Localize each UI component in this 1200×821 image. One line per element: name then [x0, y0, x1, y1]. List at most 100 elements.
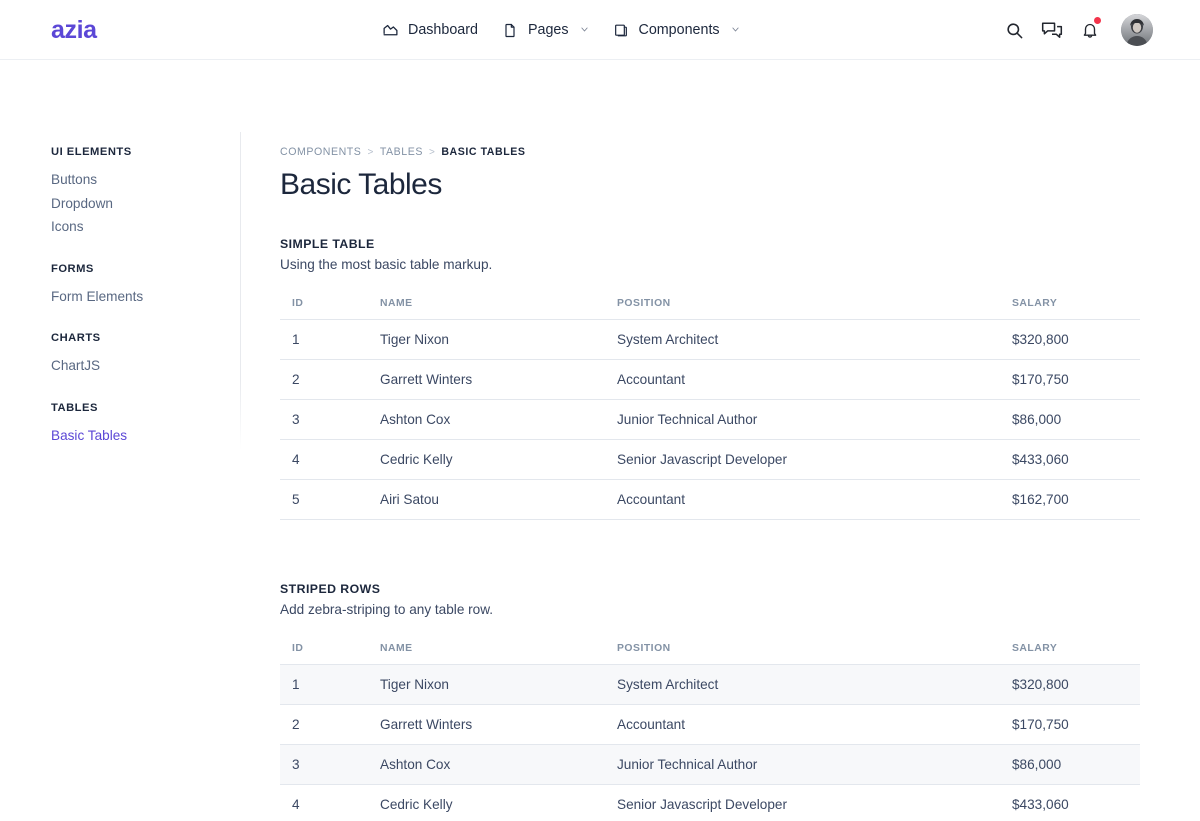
table-row: 2 Garrett Winters Accountant $170,750 [280, 705, 1140, 745]
nav-item-label: Components [639, 22, 720, 38]
cell-position: System Architect [605, 320, 1000, 360]
column-header-salary: SALARY [1000, 289, 1140, 320]
sidebar-group-charts: CHARTS ChartJS [51, 332, 241, 378]
sidebar-item-icons[interactable]: Icons [51, 215, 241, 239]
column-header-position: POSITION [605, 634, 1000, 665]
cell-salary: $170,750 [1000, 705, 1140, 745]
table-row: 4 Cedric Kelly Senior Javascript Develop… [280, 785, 1140, 821]
cell-position: Accountant [605, 705, 1000, 745]
header-actions [995, 0, 1153, 60]
chevron-down-icon [731, 25, 740, 34]
column-header-position: POSITION [605, 289, 1000, 320]
breadcrumb: COMPONENTS > TABLES > BASIC TABLES [280, 146, 1140, 158]
table-row: 2 Garrett Winters Accountant $170,750 [280, 360, 1140, 400]
cell-position: Senior Javascript Developer [605, 785, 1000, 821]
section-title: SIMPLE TABLE [280, 237, 1140, 251]
cell-id: 4 [280, 440, 368, 480]
page-body: UI ELEMENTS Buttons Dropdown Icons FORMS… [0, 60, 1200, 821]
nav-item-dashboard[interactable]: Dashboard [382, 0, 490, 60]
cell-salary: $320,800 [1000, 320, 1140, 360]
chart-area-icon [382, 22, 399, 39]
main-content: COMPONENTS > TABLES > BASIC TABLES Basic… [241, 60, 1200, 821]
column-header-id: ID [280, 634, 368, 665]
sidebar-item-buttons[interactable]: Buttons [51, 168, 241, 192]
table-body: 1 Tiger Nixon System Architect $320,800 … [280, 320, 1140, 520]
cell-id: 3 [280, 400, 368, 440]
column-header-name: NAME [368, 634, 605, 665]
cell-id: 2 [280, 705, 368, 745]
sidebar-item-chartjs[interactable]: ChartJS [51, 354, 241, 378]
brand-logo[interactable]: azia [51, 15, 97, 45]
sidebar-item-dropdown[interactable]: Dropdown [51, 192, 241, 216]
cell-name: Airi Satou [368, 480, 605, 520]
nav-item-label: Dashboard [408, 22, 478, 38]
table-row: 4 Cedric Kelly Senior Javascript Develop… [280, 440, 1140, 480]
table-row: 3 Ashton Cox Junior Technical Author $86… [280, 745, 1140, 785]
table-row: 1 Tiger Nixon System Architect $320,800 [280, 320, 1140, 360]
breadcrumb-item-basic-tables: BASIC TABLES [441, 146, 525, 158]
search-icon[interactable] [995, 0, 1033, 60]
section-striped-rows: STRIPED ROWS Add zebra-striping to any t… [280, 582, 1140, 821]
nav-item-components[interactable]: Components [601, 0, 752, 60]
sidebar-group-label: UI ELEMENTS [51, 146, 241, 158]
page-title: Basic Tables [280, 165, 1140, 205]
bell-icon[interactable] [1071, 0, 1109, 60]
cell-id: 2 [280, 360, 368, 400]
striped-table: ID NAME POSITION SALARY 1 Tiger Nixon Sy… [280, 634, 1140, 821]
cell-salary: $162,700 [1000, 480, 1140, 520]
table-header-row: ID NAME POSITION SALARY [280, 289, 1140, 320]
sidebar-item-basic-tables[interactable]: Basic Tables [51, 424, 241, 448]
cell-name: Cedric Kelly [368, 785, 605, 821]
section-description: Using the most basic table markup. [280, 257, 1140, 272]
top-header: azia Dashboard Pages [0, 0, 1200, 60]
table-body: 1 Tiger Nixon System Architect $320,800 … [280, 665, 1140, 821]
cell-name: Ashton Cox [368, 745, 605, 785]
chevron-down-icon [580, 25, 589, 34]
cell-position: Senior Javascript Developer [605, 440, 1000, 480]
cell-salary: $86,000 [1000, 745, 1140, 785]
cell-id: 1 [280, 665, 368, 705]
cell-name: Tiger Nixon [368, 320, 605, 360]
cell-name: Garrett Winters [368, 360, 605, 400]
cell-salary: $433,060 [1000, 785, 1140, 821]
column-header-name: NAME [368, 289, 605, 320]
sidebar-group-label: TABLES [51, 402, 241, 414]
column-header-id: ID [280, 289, 368, 320]
table-row: 3 Ashton Cox Junior Technical Author $86… [280, 400, 1140, 440]
cell-name: Garrett Winters [368, 705, 605, 745]
table-row: 1 Tiger Nixon System Architect $320,800 [280, 665, 1140, 705]
cell-id: 4 [280, 785, 368, 821]
nav-item-label: Pages [528, 22, 569, 38]
sidebar-group-forms: FORMS Form Elements [51, 263, 241, 309]
cell-name: Cedric Kelly [368, 440, 605, 480]
sidebar-item-form-elements[interactable]: Form Elements [51, 285, 241, 309]
sidebar-group-tables: TABLES Basic Tables [51, 402, 241, 448]
avatar[interactable] [1121, 14, 1153, 46]
sidebar-group-ui-elements: UI ELEMENTS Buttons Dropdown Icons [51, 146, 241, 239]
cell-position: Accountant [605, 480, 1000, 520]
cell-name: Ashton Cox [368, 400, 605, 440]
column-header-salary: SALARY [1000, 634, 1140, 665]
cell-id: 5 [280, 480, 368, 520]
sidebar-group-label: CHARTS [51, 332, 241, 344]
simple-table: ID NAME POSITION SALARY 1 Tiger Nixon Sy… [280, 289, 1140, 520]
cell-salary: $86,000 [1000, 400, 1140, 440]
cell-position: Accountant [605, 360, 1000, 400]
messages-icon[interactable] [1033, 0, 1071, 60]
cell-position: Junior Technical Author [605, 400, 1000, 440]
section-description: Add zebra-striping to any table row. [280, 602, 1140, 617]
table-head: ID NAME POSITION SALARY [280, 289, 1140, 320]
sidebar-group-label: FORMS [51, 263, 241, 275]
cell-salary: $170,750 [1000, 360, 1140, 400]
nav-item-pages[interactable]: Pages [490, 0, 601, 60]
breadcrumb-item-components[interactable]: COMPONENTS [280, 146, 361, 158]
breadcrumb-separator: > [367, 147, 373, 158]
cell-salary: $320,800 [1000, 665, 1140, 705]
file-icon [502, 22, 519, 39]
cell-position: System Architect [605, 665, 1000, 705]
copy-icon [613, 22, 630, 39]
cell-position: Junior Technical Author [605, 745, 1000, 785]
sidebar: UI ELEMENTS Buttons Dropdown Icons FORMS… [0, 60, 241, 821]
breadcrumb-item-tables[interactable]: TABLES [380, 146, 423, 158]
notification-badge-dot [1094, 17, 1101, 24]
